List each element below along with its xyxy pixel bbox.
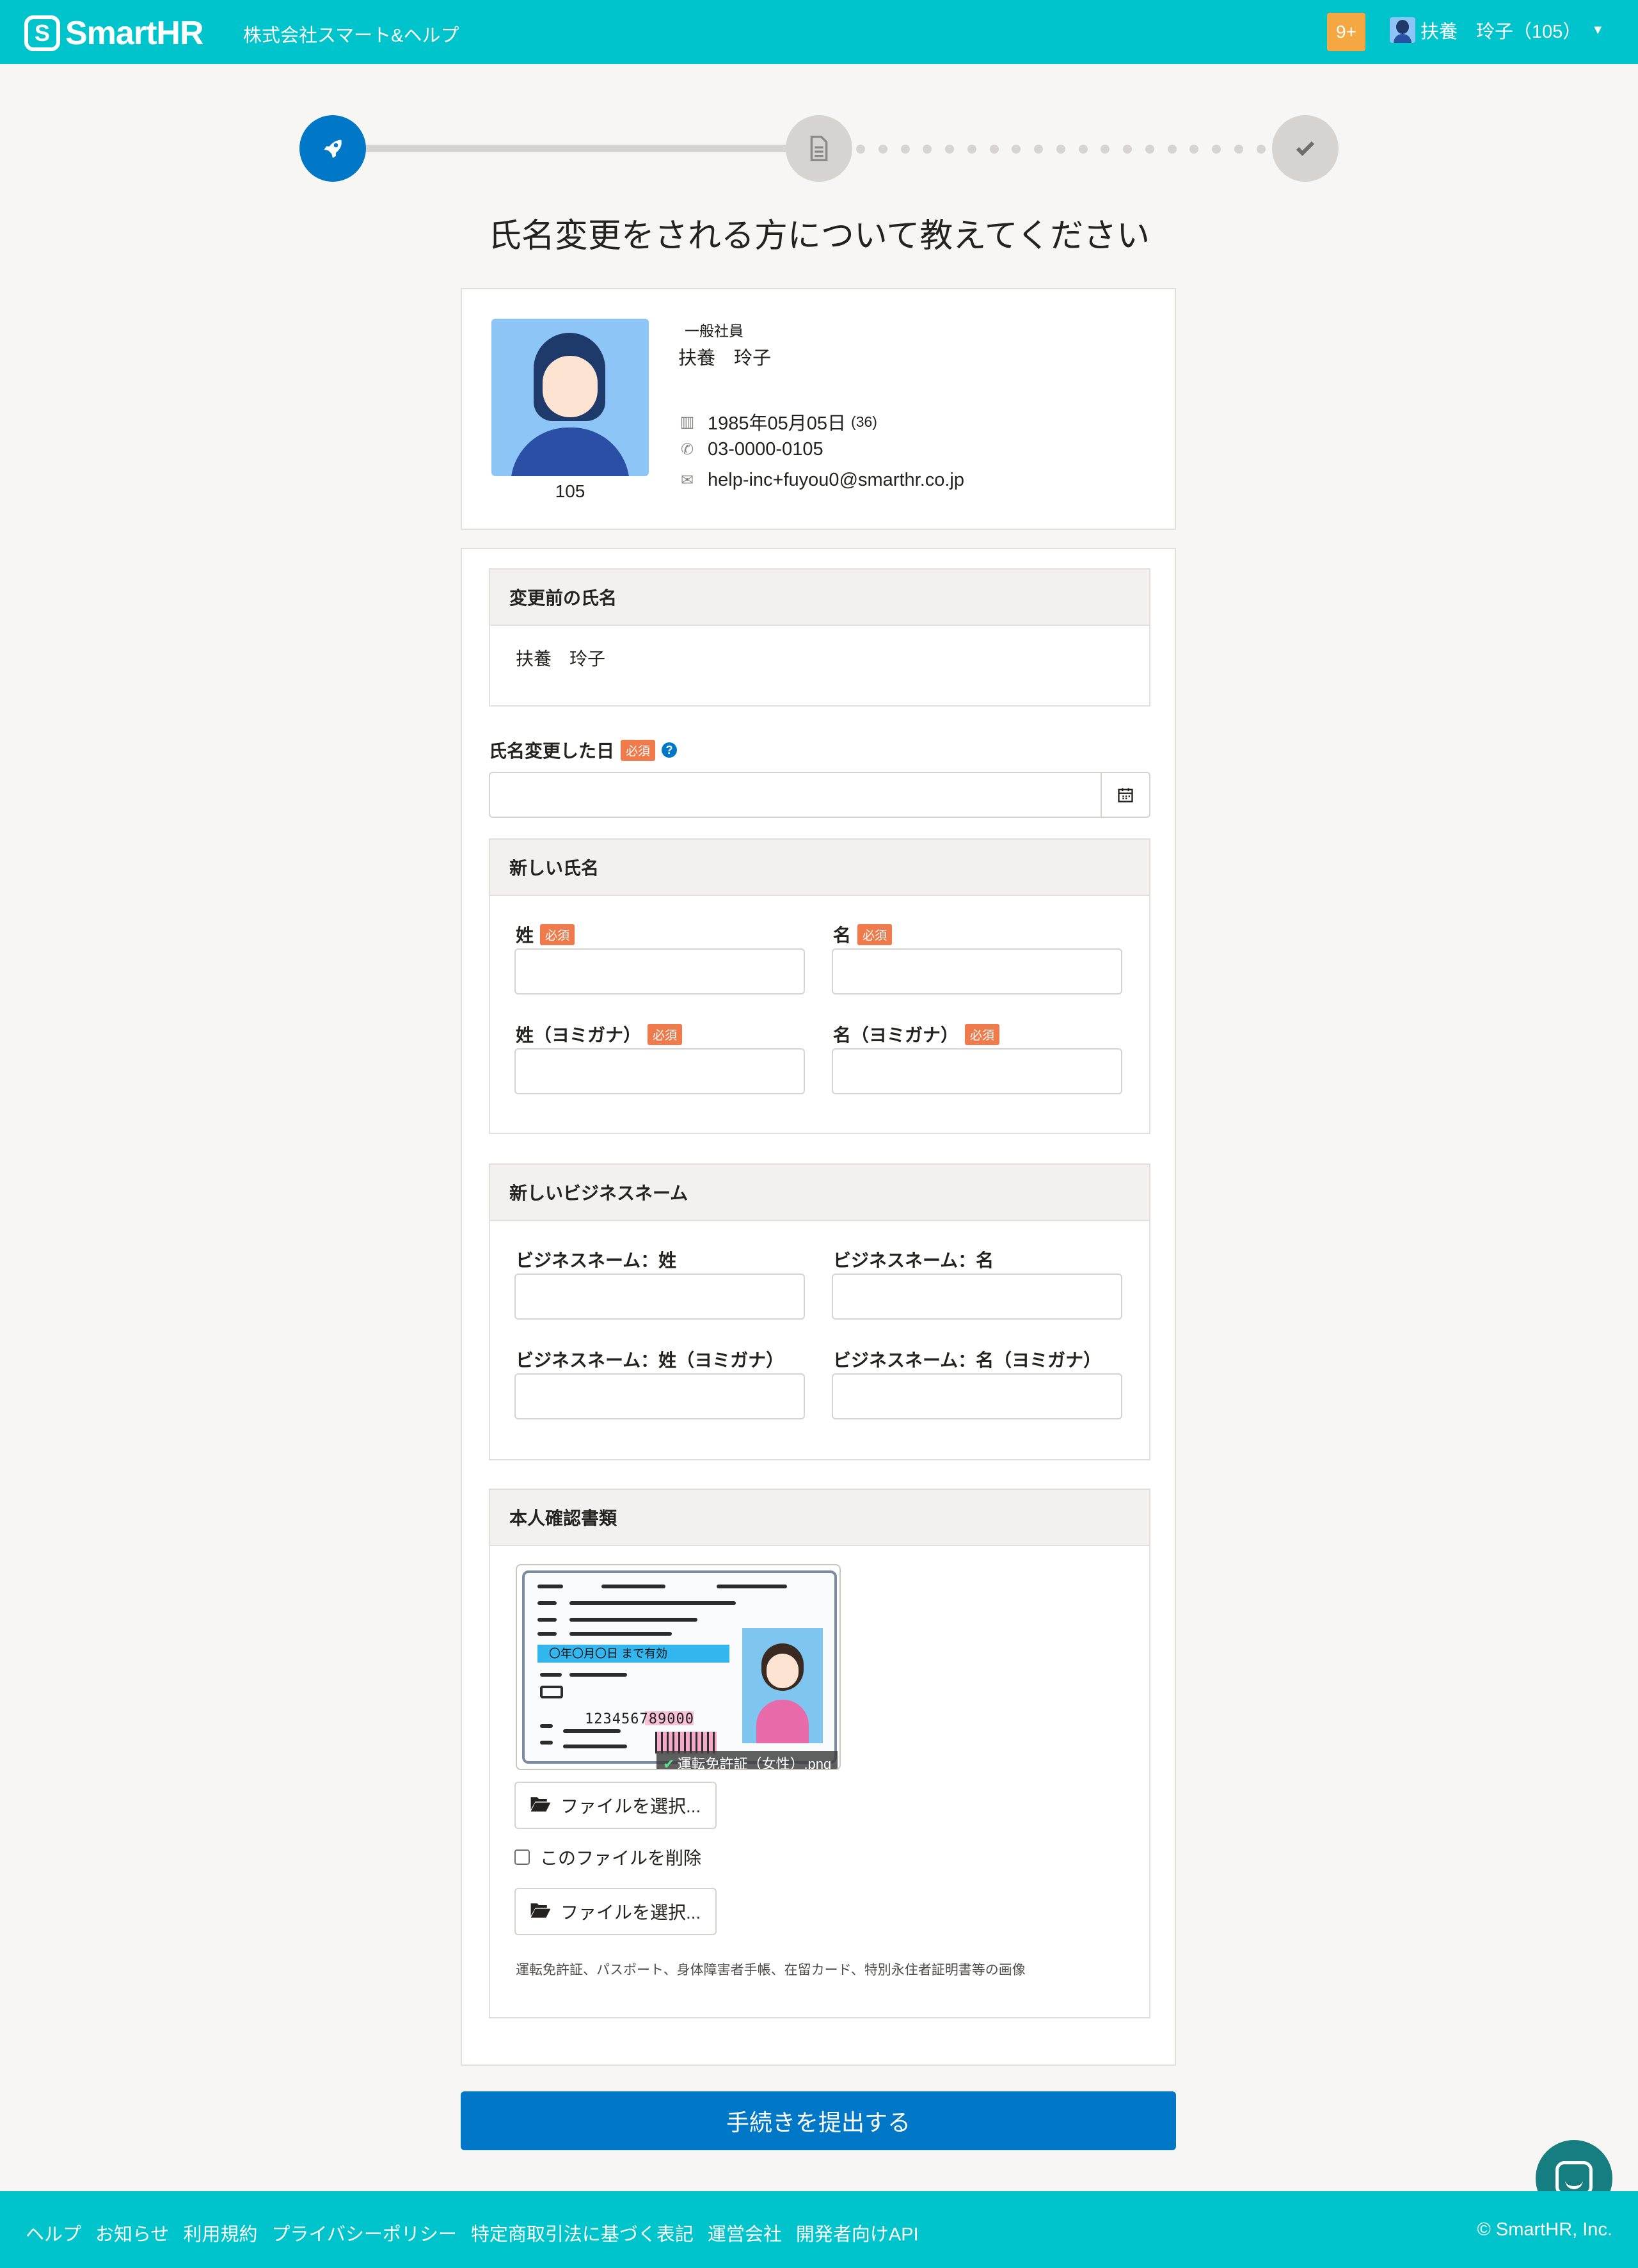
rocket-icon: [324, 140, 342, 158]
last-name-kana-label: 姓（ヨミガナ） 必須: [516, 1021, 683, 1047]
first-name-kana-label: 名（ヨミガナ） 必須: [833, 1021, 1000, 1047]
phone: 03-0000-0105: [708, 439, 823, 459]
section-title: 新しいビジネスネーム: [490, 1165, 1149, 1221]
top-header: S SmartHR 株式会社スマート&ヘルプ 9+ 扶養 玲子（105） ▼: [0, 0, 1638, 64]
phone-row: ✆ 03-0000-0105: [678, 439, 823, 460]
calendar-button[interactable]: [1101, 773, 1149, 817]
step-connector-solid: [338, 145, 799, 152]
footer-link-help[interactable]: ヘルプ: [26, 2219, 81, 2246]
employee-number: 105: [555, 481, 585, 501]
last-name-label: 姓必須: [516, 922, 575, 947]
last-name-input[interactable]: [514, 948, 805, 994]
required-badge: 必須: [965, 1023, 1000, 1045]
progress-stepper: [299, 115, 1339, 182]
footer-link-terms[interactable]: 利用規約: [183, 2219, 257, 2246]
business-last-name-input[interactable]: [514, 1274, 805, 1320]
new-name-section: 新しい氏名 姓必須 名必須 姓（ヨミガナ） 必須 名（ヨミガナ） 必須: [489, 838, 1150, 1134]
footer-link-developer-api[interactable]: 開発者向けAPI: [796, 2219, 919, 2246]
copyright: © SmartHR, Inc.: [1477, 2219, 1612, 2240]
footer-link-commerce-law[interactable]: 特定商取引法に基づく表記: [471, 2219, 694, 2246]
check-icon: ✔: [663, 1756, 675, 1770]
delete-file-option[interactable]: このファイルを削除: [514, 1844, 701, 1870]
license-portrait: [742, 1628, 823, 1743]
email: help-inc+fuyou0@smarthr.co.jp: [708, 470, 965, 490]
logo-mark-icon: S: [24, 15, 60, 51]
business-name-section: 新しいビジネスネーム ビジネスネーム：姓 ビジネスネーム：名 ビジネスネーム：姓…: [489, 1163, 1150, 1460]
footer-link-privacy[interactable]: プライバシーポリシー: [271, 2219, 456, 2246]
chevron-down-icon: ▼: [1591, 22, 1605, 37]
submit-button[interactable]: 手続きを提出する: [461, 2091, 1176, 2150]
change-date-input[interactable]: [489, 772, 1150, 818]
business-last-name-label: ビジネスネーム：姓: [516, 1250, 677, 1270]
select-file-button-2[interactable]: ファイルを選択...: [514, 1888, 717, 1935]
user-avatar: [1390, 17, 1415, 43]
help-icon[interactable]: ?: [662, 742, 678, 758]
license-thumbnail[interactable]: 〇年〇月〇日 まで有効 123456789000 ✔ 運転免許証（女性）.png: [516, 1564, 841, 1770]
business-first-name-kana-input[interactable]: [832, 1373, 1122, 1419]
age: (36): [851, 413, 877, 430]
smarthr-logo[interactable]: S SmartHR: [24, 14, 203, 52]
footer: ヘルプ お知らせ 利用規約 プライバシーポリシー 特定商取引法に基づく表記 運営…: [0, 2191, 1638, 2268]
check-icon: [1296, 141, 1315, 156]
step-1: [299, 115, 366, 182]
first-name-label: 名必須: [833, 922, 893, 947]
section-title: 本人確認書類: [490, 1490, 1149, 1546]
user-name: 扶養 玲子（105）: [1420, 22, 1582, 42]
business-first-name-kana-label: ビジネスネーム：名（ヨミガナ）: [833, 1350, 1102, 1370]
phone-icon: ✆: [680, 441, 694, 458]
old-name-value: 扶養 玲子: [516, 649, 606, 669]
select-file-button[interactable]: ファイルを選択...: [514, 1782, 717, 1829]
employee-photo: [491, 319, 649, 476]
first-name-input[interactable]: [832, 948, 1122, 994]
name-change-form: 変更前の氏名 扶養 玲子 氏名変更した日 必須 ? 新しい氏名 姓必須 名必須 …: [461, 548, 1176, 2066]
notification-badge[interactable]: 9+: [1327, 13, 1365, 51]
required-badge: 必須: [540, 923, 575, 945]
birthday: 1985年05月05日: [708, 413, 847, 434]
footer-link-news[interactable]: お知らせ: [95, 2219, 169, 2246]
business-last-name-kana-input[interactable]: [514, 1373, 805, 1419]
business-first-name-input[interactable]: [832, 1274, 1122, 1320]
employee-role: 一般社員: [685, 323, 743, 339]
last-name-kana-input[interactable]: [514, 1048, 805, 1094]
cake-icon: ▥: [680, 413, 695, 431]
business-first-name-label: ビジネスネーム：名: [833, 1250, 994, 1270]
required-badge: 必須: [648, 1023, 683, 1045]
logo-text: SmartHR: [65, 15, 203, 52]
chat-icon: [1555, 2161, 1593, 2196]
company-name[interactable]: 株式会社スマート&ヘルプ: [243, 20, 459, 47]
license-number: 123456789000: [585, 1711, 694, 1727]
employee-profile-card: 105 一般社員 扶養 玲子 ▥ 1985年05月05日 (36) ✆ 03-0…: [461, 288, 1176, 530]
user-menu[interactable]: 扶養 玲子（105） ▼: [1390, 17, 1604, 44]
folder-open-icon: [530, 1794, 552, 1817]
required-badge: 必須: [621, 739, 656, 761]
id-document-section: 本人確認書類 〇年〇月〇日 まで有効 123456789000 ✔ 運転免許証（…: [489, 1489, 1150, 2018]
step-2: [786, 115, 852, 182]
calendar-icon: [1118, 788, 1133, 803]
old-name-section: 変更前の氏名 扶養 玲子: [489, 568, 1150, 707]
email-row: ✉ help-inc+fuyou0@smarthr.co.jp: [678, 470, 964, 491]
mail-icon: ✉: [680, 472, 694, 489]
footer-links: ヘルプ お知らせ 利用規約 プライバシーポリシー 特定商取引法に基づく表記 運営…: [26, 2219, 919, 2246]
step-3: [1272, 115, 1339, 182]
birthday-row: ▥ 1985年05月05日 (36): [678, 408, 877, 435]
footer-link-company[interactable]: 運営会社: [708, 2219, 782, 2246]
delete-file-checkbox[interactable]: [514, 1849, 530, 1865]
file-name-caption: ✔ 運転免許証（女性）.png: [656, 1751, 838, 1770]
page-title: 氏名変更をされる方について教えてください: [488, 218, 1150, 255]
required-badge: 必須: [857, 923, 893, 945]
folder-open-icon: [530, 1901, 552, 1923]
section-title: 変更前の氏名: [490, 570, 1149, 626]
document-icon: [810, 136, 828, 161]
drivers-license-image: 〇年〇月〇日 まで有効 123456789000: [522, 1570, 837, 1764]
section-title: 新しい氏名: [490, 840, 1149, 896]
employee-name: 扶養 玲子: [678, 348, 772, 369]
business-last-name-kana-label: ビジネスネーム：姓（ヨミガナ）: [516, 1350, 784, 1370]
change-date-label: 氏名変更した日 必須 ?: [489, 737, 678, 763]
id-document-hint: 運転免許証、パスポート、身体障害者手帳、在留カード、特別永住者証明書等の画像: [516, 1963, 1026, 1977]
first-name-kana-input[interactable]: [832, 1048, 1122, 1094]
step-connector-dotted: [856, 145, 1266, 154]
validity-band: 〇年〇月〇日 まで有効: [537, 1645, 729, 1663]
